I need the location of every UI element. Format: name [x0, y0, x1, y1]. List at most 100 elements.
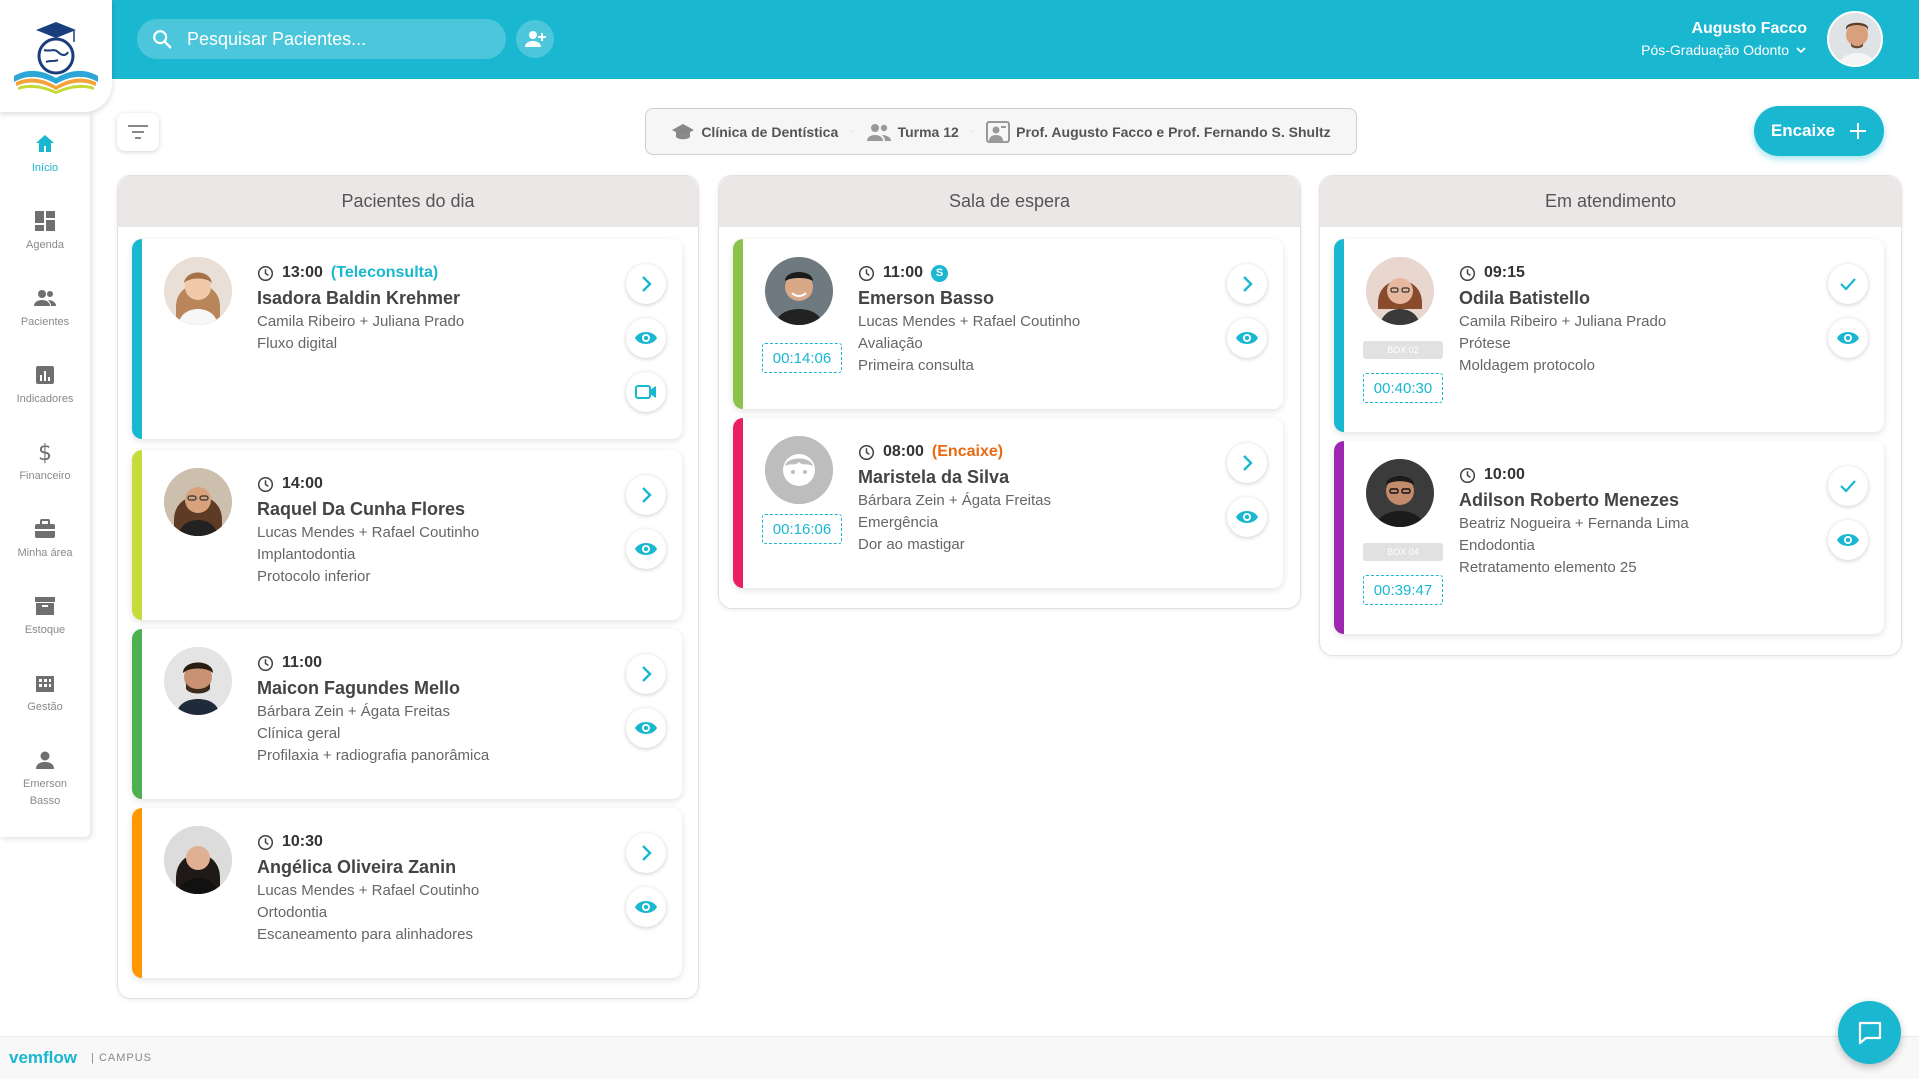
card-actions: [1828, 264, 1868, 372]
appointment-time: 10:00: [1459, 463, 1689, 487]
clock-icon: [1459, 265, 1476, 281]
clock-icon: [858, 265, 875, 281]
patient-card[interactable]: 00:16:06 08:00 (Encaixe) Maristela da Si…: [733, 418, 1283, 588]
procedure: Retratamento elemento 25: [1459, 559, 1637, 576]
patient-photo: [765, 257, 833, 325]
app-logo[interactable]: [0, 0, 112, 112]
chat-button[interactable]: [1838, 1001, 1901, 1064]
eye-icon: [635, 901, 657, 913]
advance-button[interactable]: [1227, 264, 1267, 304]
chevron-right-icon: [642, 666, 652, 682]
card-actions: [626, 475, 666, 583]
context-bar: Clínica de Dentística · Turma 12 · Prof.…: [645, 108, 1357, 155]
wait-timer: 00:16:06: [762, 514, 842, 544]
top-bar: Augusto Facco Pós-Graduação Odonto: [0, 0, 1919, 79]
procedure: Primeira consulta: [858, 357, 974, 374]
view-button[interactable]: [626, 529, 666, 569]
video-call-button[interactable]: [626, 372, 666, 412]
advance-button[interactable]: [626, 264, 666, 304]
user-info[interactable]: Augusto Facco Pós-Graduação Odonto: [1641, 18, 1807, 60]
sidebar-item-financeiro[interactable]: $ Financeiro: [0, 440, 90, 485]
sidebar-item-pacientes[interactable]: Pacientes: [0, 286, 90, 331]
specialty: Implantodontia: [257, 546, 356, 563]
chart-icon: [36, 366, 54, 384]
course-selector[interactable]: Pós-Graduação Odonto: [1641, 40, 1807, 60]
context-clinic: Clínica de Dentística: [671, 122, 838, 142]
box-badge: BOX 04: [1363, 543, 1443, 561]
patient-photo: [164, 647, 232, 715]
patient-name: Emerson Basso: [858, 288, 995, 308]
students: Lucas Mendes + Rafael Coutinho: [257, 524, 480, 541]
column-em-atendimento: Em atendimento BOX 02 00:40:30 09:15 Odi…: [1319, 175, 1902, 656]
search-icon: [153, 30, 172, 49]
eye-icon: [1236, 511, 1258, 523]
status-stripe: [132, 629, 142, 799]
status-stripe: [1334, 239, 1344, 432]
sidebar-item-estoque[interactable]: Estoque: [0, 594, 90, 639]
specialty: Endodontia: [1459, 537, 1535, 554]
patient-card[interactable]: 10:30 Angélica Oliveira Zanin Lucas Mend…: [132, 808, 682, 978]
sidebar-item-profile[interactable]: Emerson Basso: [0, 748, 90, 810]
add-person-icon: [525, 31, 546, 47]
add-patient-button[interactable]: [516, 20, 554, 58]
sidebar-item-label: Minha área: [17, 547, 73, 559]
view-button[interactable]: [1828, 520, 1868, 560]
box-badge: BOX 02: [1363, 341, 1443, 359]
patient-info: 08:00 (Encaixe) Maristela da Silva Bárba…: [858, 440, 1051, 556]
filter-button[interactable]: [117, 113, 159, 151]
time-value: 11:00: [282, 654, 323, 671]
finish-button[interactable]: [1828, 466, 1868, 506]
view-button[interactable]: [1828, 318, 1868, 358]
separator: ·: [850, 126, 854, 137]
advance-button[interactable]: [626, 833, 666, 873]
clock-icon: [1459, 467, 1476, 483]
advance-button[interactable]: [626, 654, 666, 694]
user-avatar[interactable]: [1827, 11, 1883, 67]
students: Camila Ribeiro + Juliana Prado: [257, 313, 465, 330]
advance-button[interactable]: [626, 475, 666, 515]
view-button[interactable]: [626, 318, 666, 358]
appointment-time: 08:00 (Encaixe): [858, 440, 1051, 464]
sidebar-item-minha-area[interactable]: Minha área: [0, 517, 90, 562]
dollar-icon: $: [38, 441, 52, 464]
sidebar-item-agenda[interactable]: Agenda: [0, 209, 90, 254]
svg-text:$: $: [38, 441, 52, 464]
search-input[interactable]: [187, 28, 487, 50]
sidebar: Início Agenda Pacientes Indicadores $ Fi…: [0, 112, 90, 837]
specialty: Clínica geral: [257, 725, 341, 742]
encaixe-button[interactable]: Encaixe: [1754, 106, 1884, 156]
group-icon: [866, 123, 891, 141]
patient-card[interactable]: BOX 02 00:40:30 09:15 Odila Batistello C…: [1334, 239, 1884, 432]
card-actions: [626, 264, 666, 426]
patient-photo: [1366, 459, 1434, 527]
view-button[interactable]: [1227, 318, 1267, 358]
column-title: Em atendimento: [1320, 176, 1901, 227]
view-button[interactable]: [1227, 497, 1267, 537]
sidebar-item-indicadores[interactable]: Indicadores: [0, 363, 90, 408]
archive-icon: [35, 597, 55, 615]
search-bar[interactable]: [137, 19, 506, 59]
patient-card[interactable]: 14:00 Raquel Da Cunha Flores Lucas Mende…: [132, 450, 682, 620]
chevron-down-icon: [1796, 47, 1806, 54]
check-icon: [1840, 278, 1856, 291]
patient-info: 14:00 Raquel Da Cunha Flores Lucas Mende…: [257, 472, 479, 588]
time-value: 13:00: [282, 264, 323, 281]
sidebar-item-gestao[interactable]: Gestão: [0, 671, 90, 716]
patient-card[interactable]: 11:00 Maicon Fagundes Mello Bárbara Zein…: [132, 629, 682, 799]
view-button[interactable]: [626, 708, 666, 748]
patient-card[interactable]: 00:14:06 11:00 S Emerson Basso Lucas Men…: [733, 239, 1283, 409]
patient-card[interactable]: 13:00 (Teleconsulta) Isadora Baldin Kreh…: [132, 239, 682, 439]
procedure: Fluxo digital: [257, 335, 338, 352]
service-timer: 00:40:30: [1363, 373, 1443, 403]
finish-button[interactable]: [1828, 264, 1868, 304]
procedure: Profilaxia + radiografia panorâmica: [257, 747, 490, 764]
payment-badge: S: [931, 264, 949, 282]
view-button[interactable]: [626, 887, 666, 927]
advance-button[interactable]: [1227, 443, 1267, 483]
class-name: Turma 12: [897, 123, 959, 140]
patient-card[interactable]: BOX 04 00:39:47 10:00 Adilson Roberto Me…: [1334, 441, 1884, 634]
appointment-time: 09:15: [1459, 261, 1666, 285]
user-name: Augusto Facco: [1691, 20, 1807, 37]
procedure: Dor ao mastigar: [858, 536, 965, 553]
sidebar-item-inicio[interactable]: Início: [0, 132, 90, 177]
